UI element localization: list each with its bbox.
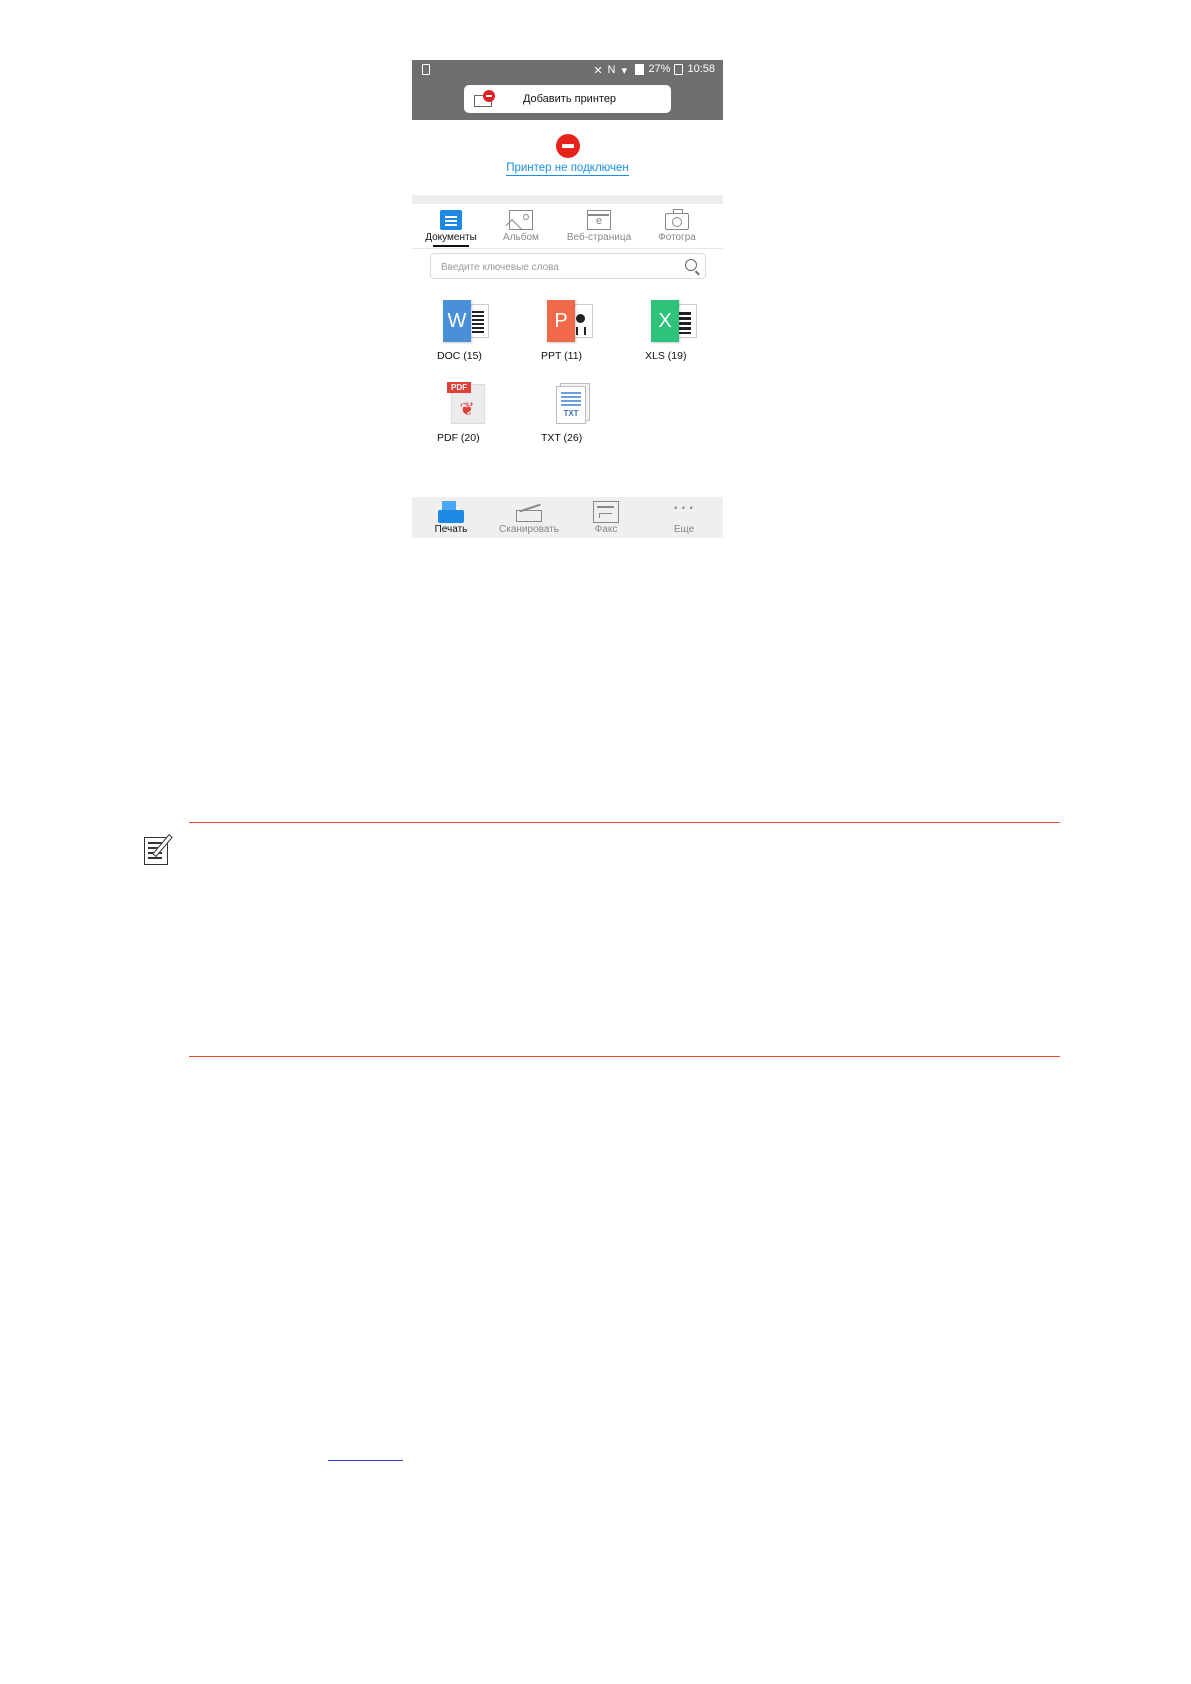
scanner-icon — [516, 501, 542, 523]
txt-tag: TXT — [563, 409, 579, 418]
file-type-txt[interactable]: TXT TXT (26) — [530, 382, 610, 444]
bottom-navigation: Печать Сканировать Факс Еще — [412, 497, 723, 538]
powerpoint-file-icon: P — [545, 300, 595, 344]
mute-icon: ✕ — [593, 65, 603, 77]
file-type-label: PDF (20) — [437, 432, 480, 444]
more-dots-icon — [671, 501, 697, 523]
excel-glyph: X — [651, 300, 679, 342]
note-pencil-icon — [143, 832, 175, 866]
nav-fax[interactable]: Факс — [567, 497, 645, 538]
file-type-ppt[interactable]: P PPT (11) — [530, 300, 610, 362]
powerpoint-glyph: P — [547, 300, 575, 342]
pdf-tag: PDF — [447, 382, 471, 393]
wifi-icon: ▾ — [621, 65, 627, 77]
tab-web-page[interactable]: Веб-страница — [560, 208, 638, 248]
document-icon — [440, 210, 462, 230]
sim-icon — [635, 63, 645, 75]
source-tabs: Документы Альбом Веб-страница Фотогра — [412, 208, 723, 249]
active-tab-indicator — [433, 245, 469, 247]
search-input[interactable] — [439, 257, 673, 277]
image-icon — [509, 210, 533, 230]
nav-label: Факс — [594, 524, 618, 535]
no-entry-icon — [556, 134, 580, 158]
note-top-rule — [189, 822, 1060, 823]
app-screenshot: ✕ N ▾ 27% 10:58 Добавить принтер Принтер… — [412, 60, 723, 538]
add-printer-label: Добавить принтер — [522, 93, 617, 105]
nav-print[interactable]: Печать — [412, 497, 490, 538]
download-notification-icon — [422, 64, 430, 75]
text-file-icon: TXT — [545, 382, 595, 426]
tab-documents[interactable]: Документы — [412, 208, 490, 248]
file-type-pdf[interactable]: PDF ❦ PDF (20) — [426, 382, 506, 444]
tab-photo[interactable]: Фотогра — [638, 208, 716, 248]
status-bar: ✕ N ▾ 27% 10:58 — [412, 60, 723, 80]
tab-label: Альбом — [503, 232, 539, 243]
section-divider — [412, 195, 723, 204]
tab-label: Фотогра — [658, 232, 696, 243]
search-icon[interactable] — [685, 259, 697, 271]
tab-album[interactable]: Альбом — [482, 208, 560, 248]
nav-label: Печать — [434, 524, 468, 535]
word-glyph: W — [443, 300, 471, 342]
note-bottom-rule — [189, 1056, 1060, 1057]
top-bar: ✕ N ▾ 27% 10:58 Добавить принтер — [412, 60, 723, 120]
search-box — [430, 253, 706, 279]
nav-label: Сканировать — [499, 524, 559, 535]
web-page-icon — [587, 210, 611, 230]
nfc-icon: N — [607, 64, 616, 76]
file-type-label: DOC (15) — [437, 350, 482, 362]
file-type-doc[interactable]: W DOC (15) — [426, 300, 506, 362]
nav-label: Еще — [673, 524, 695, 535]
file-type-label: PPT (11) — [541, 350, 583, 362]
status-icons: ✕ N ▾ 27% 10:58 — [593, 63, 715, 77]
fax-icon — [593, 501, 619, 523]
file-type-xls[interactable]: X XLS (19) — [634, 300, 714, 362]
battery-icon — [674, 63, 684, 75]
file-type-label: XLS (19) — [645, 350, 687, 362]
printer-disconnected-icon — [474, 90, 496, 108]
nav-scan[interactable]: Сканировать — [490, 497, 568, 538]
add-printer-button[interactable]: Добавить принтер — [464, 85, 671, 113]
battery-percent: 27% — [648, 63, 671, 75]
nav-more[interactable]: Еще — [645, 497, 723, 538]
tab-label: Документы — [425, 232, 477, 243]
connection-status[interactable]: Принтер не подключен — [412, 162, 723, 176]
excel-file-icon: X — [649, 300, 699, 344]
pdf-file-icon: PDF ❦ — [441, 382, 491, 426]
connection-status-link[interactable]: Принтер не подключен — [506, 162, 629, 176]
file-type-label: TXT (26) — [541, 432, 583, 444]
camera-icon — [665, 209, 689, 230]
print-icon — [438, 501, 464, 523]
hyperlink-underline[interactable] — [328, 1460, 403, 1461]
tab-label: Веб-страница — [566, 232, 632, 243]
word-file-icon: W — [441, 300, 491, 344]
clock: 10:58 — [687, 63, 715, 75]
